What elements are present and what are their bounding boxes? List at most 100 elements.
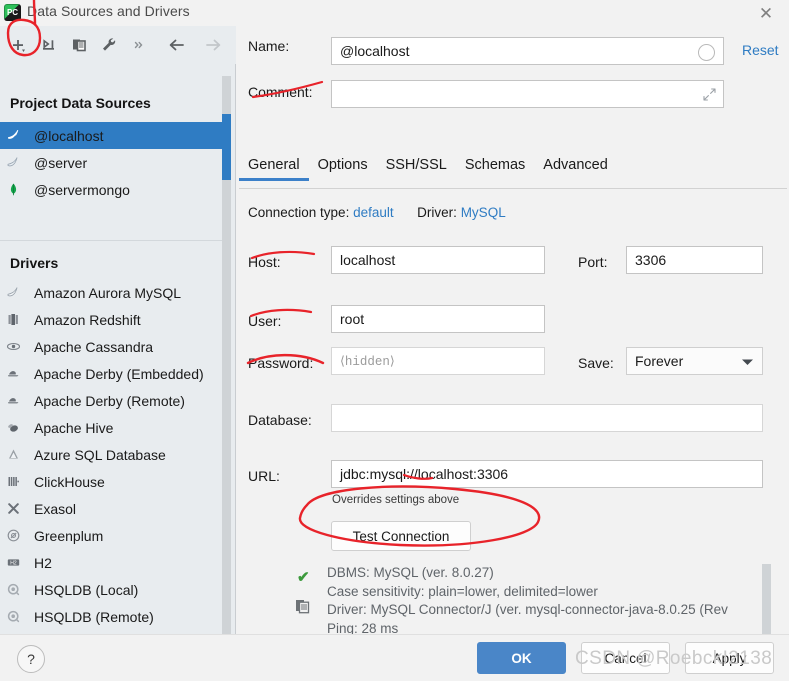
sidebar-item-server[interactable]: @server <box>0 149 230 176</box>
svg-text:H2: H2 <box>10 560 17 566</box>
driver-item-hsqldb-remote[interactable]: HSQLDB (Remote) <box>0 603 230 630</box>
driver-item-label: Azure SQL Database <box>34 446 166 463</box>
comment-row: Comment: <box>248 84 313 100</box>
greenplum-circle-icon <box>0 527 26 544</box>
sidebar-item-servermongo[interactable]: @servermongo <box>0 176 230 203</box>
sidebar-scrollbar-thumb[interactable] <box>222 114 231 180</box>
host-input[interactable]: localhost <box>331 246 545 274</box>
driver-item-label: Greenplum <box>34 527 104 544</box>
aurora-dolphin-icon <box>0 284 26 301</box>
driver-item-amazon-redshift[interactable]: Amazon Redshift <box>0 306 230 333</box>
driver-value[interactable]: MySQL <box>461 205 506 220</box>
driver-item-greenplum[interactable]: Greenplum <box>0 522 230 549</box>
result-line-driver: Driver: MySQL Connector/J (ver. mysql-co… <box>327 602 728 617</box>
tab-ssh-ssl[interactable]: SSH/SSL <box>377 157 456 181</box>
driver-item-exasol[interactable]: Exasol <box>0 495 230 522</box>
sidebar: Project Data Sources @localhost @server … <box>0 26 236 660</box>
navigate-back-button[interactable] <box>162 30 192 60</box>
hsqldb-icon <box>0 581 26 598</box>
driver-item-apache-derby-remote[interactable]: Apache Derby (Remote) <box>0 387 230 414</box>
user-label: User: <box>248 313 282 329</box>
help-button[interactable]: ? <box>17 645 45 673</box>
sidebar-item-label: @localhost <box>34 127 104 144</box>
connection-type-label: Connection type: <box>248 205 350 220</box>
driver-item-h2[interactable]: H2 H2 <box>0 549 230 576</box>
driver-item-label: Apache Cassandra <box>34 338 154 355</box>
derby-hat-icon <box>0 365 26 382</box>
tab-advanced[interactable]: Advanced <box>534 157 617 181</box>
comment-input[interactable] <box>331 80 724 108</box>
save-select[interactable]: Forever <box>626 347 763 375</box>
password-input[interactable]: ⟨hidden⟩ <box>331 347 545 375</box>
driver-item-label: ClickHouse <box>34 473 105 490</box>
port-input-value: 3306 <box>635 252 667 268</box>
close-icon[interactable]: ✕ <box>753 2 779 24</box>
driver-item-azure-sql-database[interactable]: Azure SQL Database <box>0 441 230 468</box>
url-label: URL: <box>248 468 280 484</box>
host-label: Host: <box>248 254 281 270</box>
drivers-header: Drivers <box>10 255 59 271</box>
sidebar-item-localhost[interactable]: @localhost <box>0 122 230 149</box>
name-input[interactable]: @localhost <box>331 37 724 65</box>
result-scrollbar[interactable] <box>762 564 771 638</box>
driver-item-label: Amazon Redshift <box>34 311 141 328</box>
tab-underline <box>239 188 787 189</box>
test-connection-button[interactable]: Test Connection <box>331 521 471 551</box>
tab-options[interactable]: Options <box>309 157 377 181</box>
driver-item-label: Exasol <box>34 500 77 517</box>
port-input[interactable]: 3306 <box>626 246 763 274</box>
url-hint: Overrides settings above <box>332 494 460 506</box>
hive-bee-icon <box>0 419 26 436</box>
detail-panel: Name: @localhost Reset Comment: General … <box>237 26 789 655</box>
watermark: CSDN @RoebckI2138 <box>575 648 773 669</box>
green-check-icon: ✔ <box>297 569 310 586</box>
data-sources-dialog: PC Data Sources and Drivers ✕ Project Da… <box>0 0 789 681</box>
driver-item-apache-hive[interactable]: Apache Hive <box>0 414 230 441</box>
database-input[interactable] <box>331 404 763 432</box>
copy-icon[interactable] <box>295 599 310 617</box>
sidebar-item-label: @servermongo <box>34 181 130 198</box>
driver-item-label: Apache Derby (Embedded) <box>34 365 204 382</box>
name-row: Name: <box>248 38 333 54</box>
tab-general[interactable]: General <box>239 157 309 181</box>
remove-data-source-button[interactable] <box>34 30 64 60</box>
driver-item-amazon-aurora-mysql[interactable]: Amazon Aurora MySQL <box>0 279 230 306</box>
driver-item-label: HSQLDB (Local) <box>34 581 139 598</box>
exasol-x-icon <box>0 500 26 517</box>
duplicate-data-source-button[interactable] <box>64 30 94 60</box>
name-label: Name: <box>248 38 290 54</box>
more-options-button[interactable] <box>124 30 154 60</box>
driver-item-apache-derby-embedded[interactable]: Apache Derby (Embedded) <box>0 360 230 387</box>
project-data-sources-header: Project Data Sources <box>10 95 151 111</box>
h2-badge-icon: H2 <box>0 554 26 571</box>
driver-item-hsqldb-local[interactable]: HSQLDB (Local) <box>0 576 230 603</box>
clickhouse-bars-icon <box>0 473 26 490</box>
chevron-down-icon <box>741 353 754 369</box>
connection-type-value[interactable]: default <box>353 205 394 220</box>
expand-icon[interactable] <box>703 88 716 103</box>
navigate-forward-button[interactable] <box>198 30 228 60</box>
result-line-dbms: DBMS: MySQL (ver. 8.0.27) <box>327 565 494 580</box>
result-line-case-sensitivity: Case sensitivity: plain=lower, delimited… <box>327 583 598 599</box>
tab-bar: General Options SSH/SSL Schemas Advanced <box>239 157 617 181</box>
user-input-value: root <box>340 311 365 327</box>
host-input-value: localhost <box>340 252 396 268</box>
driver-properties-button[interactable] <box>94 30 124 60</box>
driver-item-apache-cassandra[interactable]: Apache Cassandra <box>0 333 230 360</box>
sidebar-toolbar <box>0 26 236 64</box>
cassandra-eye-icon <box>0 338 26 355</box>
user-input[interactable]: root <box>331 305 545 333</box>
reset-link[interactable]: Reset <box>742 42 779 58</box>
window-title: Data Sources and Drivers <box>27 3 190 19</box>
database-label: Database: <box>248 412 312 428</box>
pycharm-logo-text: PC <box>6 8 19 17</box>
driver-item-label: Apache Hive <box>34 419 114 436</box>
tab-schemas[interactable]: Schemas <box>456 157 534 181</box>
driver-item-clickhouse[interactable]: ClickHouse <box>0 468 230 495</box>
url-input[interactable]: jdbc:mysql://localhost:3306 <box>331 460 763 488</box>
ok-button[interactable]: OK <box>477 642 566 674</box>
name-input-value: @localhost <box>340 43 410 59</box>
derby-hat-icon <box>0 392 26 409</box>
drivers-list: Amazon Aurora MySQL Amazon Redshift Apac… <box>0 279 230 630</box>
add-data-source-button[interactable] <box>4 30 34 60</box>
